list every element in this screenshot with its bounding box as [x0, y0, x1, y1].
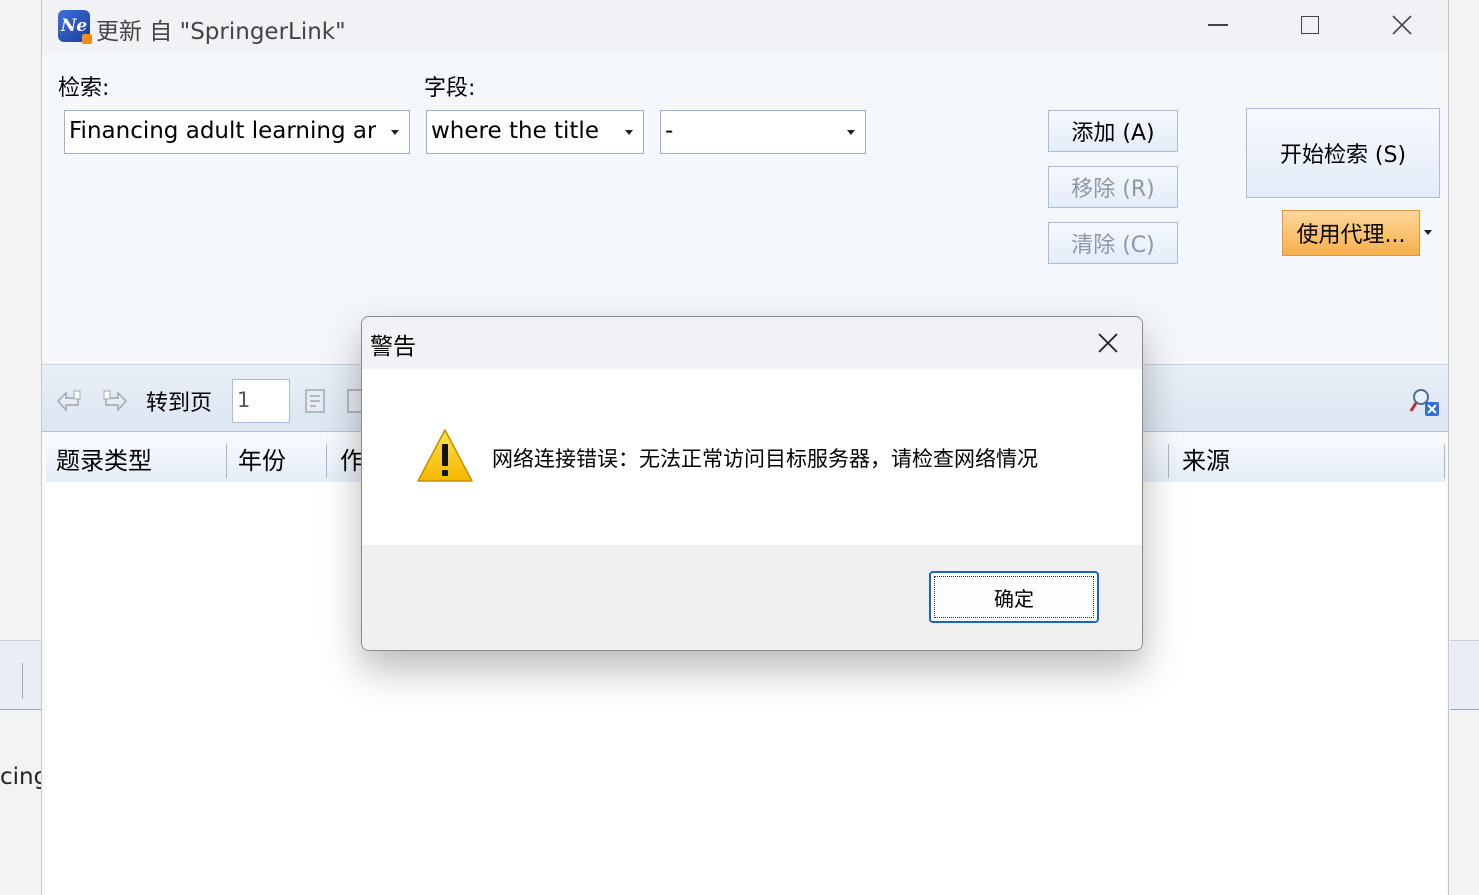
warning-icon — [417, 429, 473, 482]
minimize-icon — [1208, 24, 1228, 26]
close-button[interactable] — [1372, 0, 1432, 50]
previous-page-icon[interactable] — [100, 387, 130, 417]
query-value: Financing adult learning ar — [69, 118, 377, 144]
field-value: where the title — [431, 118, 599, 144]
dialog-message: 网络连接错误：无法正常访问目标服务器，请检查网络情况 — [492, 447, 1038, 471]
column-header-year[interactable]: 年份 — [228, 440, 326, 482]
column-separator[interactable] — [1168, 444, 1169, 478]
chevron-down-icon — [847, 130, 855, 135]
clear-button[interactable]: 清除 (C) — [1048, 222, 1178, 264]
dialog-titlebar[interactable]: 警告 — [362, 317, 1142, 369]
query-combobox[interactable]: Financing adult learning ar — [64, 110, 410, 154]
dialog-footer: 确定 — [362, 545, 1142, 650]
minimize-button[interactable] — [1188, 0, 1248, 50]
close-icon — [1392, 15, 1412, 35]
window-title: 更新 自 "SpringerLink" — [96, 19, 346, 45]
query-label: 检索: — [58, 76, 110, 101]
chevron-down-icon — [625, 130, 633, 135]
operator-value: - — [665, 118, 674, 144]
operator-combobox[interactable]: - — [660, 110, 866, 154]
maximize-button[interactable] — [1280, 0, 1340, 50]
clear-search-icon[interactable] — [1408, 385, 1442, 419]
chevron-down-icon — [391, 130, 399, 135]
focus-rectangle — [934, 576, 1094, 618]
field-combobox[interactable]: where the title — [426, 110, 644, 154]
field-label: 字段: — [424, 76, 476, 101]
dialog-title: 警告 — [370, 334, 416, 360]
column-separator[interactable] — [1444, 444, 1445, 478]
background-partial-text: cing — [0, 764, 42, 790]
column-separator[interactable] — [326, 444, 327, 478]
app-icon: Ne — [58, 10, 92, 44]
add-button[interactable]: 添加 (A) — [1048, 110, 1178, 152]
warning-dialog: 警告 网络连接错误：无法正常访问目标服务器，请检查网络情况 确定 — [361, 316, 1143, 651]
ok-button[interactable]: 确定 — [929, 571, 1099, 623]
goto-page-label: 转到页 — [146, 391, 213, 416]
dialog-close-icon[interactable] — [1088, 323, 1128, 363]
proxy-dropdown-arrow-icon[interactable] — [1424, 230, 1432, 235]
background-panel-strip — [0, 640, 42, 710]
maximize-icon — [1301, 16, 1319, 34]
page-number-input[interactable]: 1 — [232, 379, 290, 423]
background-panel-strip-right — [1450, 640, 1479, 710]
remove-button[interactable]: 移除 (R) — [1048, 166, 1178, 208]
window-titlebar[interactable]: Ne 更新 自 "SpringerLink" — [42, 0, 1448, 54]
use-proxy-button[interactable]: 使用代理... — [1282, 210, 1420, 256]
start-search-button[interactable]: 开始检索 (S) — [1246, 108, 1440, 198]
page-nav-icon[interactable] — [300, 387, 330, 417]
column-header-source[interactable]: 来源 — [1172, 440, 1442, 482]
column-separator[interactable] — [226, 444, 227, 478]
background-separator — [22, 663, 23, 699]
dialog-content: 网络连接错误：无法正常访问目标服务器，请检查网络情况 — [362, 369, 1142, 545]
column-header-type[interactable]: 题录类型 — [46, 440, 226, 482]
first-page-icon[interactable] — [54, 387, 84, 417]
